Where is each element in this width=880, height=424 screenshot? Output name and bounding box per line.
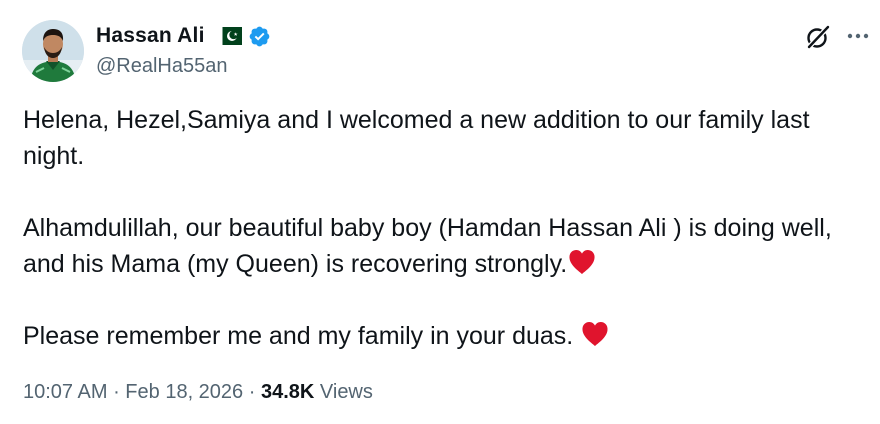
tweet-paragraph-text: Please remember me and my family in your… <box>23 322 581 350</box>
meta-separator: · <box>107 381 126 403</box>
profile-avatar[interactable] <box>22 20 84 82</box>
author-name-row: Hassan Ali <box>96 24 271 48</box>
avatar-image <box>22 20 84 82</box>
tweet-time[interactable]: 10:07 AM <box>23 381 108 403</box>
red-heart-icon <box>567 248 597 276</box>
tweet-text: Helena, Hezel,Samiya and I welcomed a ne… <box>23 102 863 354</box>
author-display-name[interactable]: Hassan Ali <box>96 24 205 48</box>
tweet-meta: 10:07 AM · Feb 18, 2026 · 34.8K Views <box>23 381 373 404</box>
views-count: 34.8K <box>260 381 315 403</box>
red-heart-icon <box>580 320 610 348</box>
views-label: Views <box>319 381 373 403</box>
tweet-paragraph: Helena, Hezel,Samiya and I welcomed a ne… <box>23 106 817 170</box>
tweet-paragraph-text: Alhamdulillah, our beautiful baby boy (H… <box>23 214 839 278</box>
pakistan-flag-icon <box>215 27 242 45</box>
author-handle[interactable]: @RealHa55an <box>96 55 228 78</box>
tweet-date[interactable]: Feb 18, 2026 <box>125 381 243 403</box>
tweet-paragraph: Alhamdulillah, our beautiful baby boy (H… <box>23 210 863 282</box>
grok-icon[interactable] <box>804 23 832 51</box>
more-options-icon[interactable] <box>845 26 871 46</box>
tweet-paragraph: Please remember me and my family in your… <box>23 318 863 354</box>
verified-badge-icon[interactable] <box>248 25 271 48</box>
meta-separator: · <box>243 381 261 403</box>
